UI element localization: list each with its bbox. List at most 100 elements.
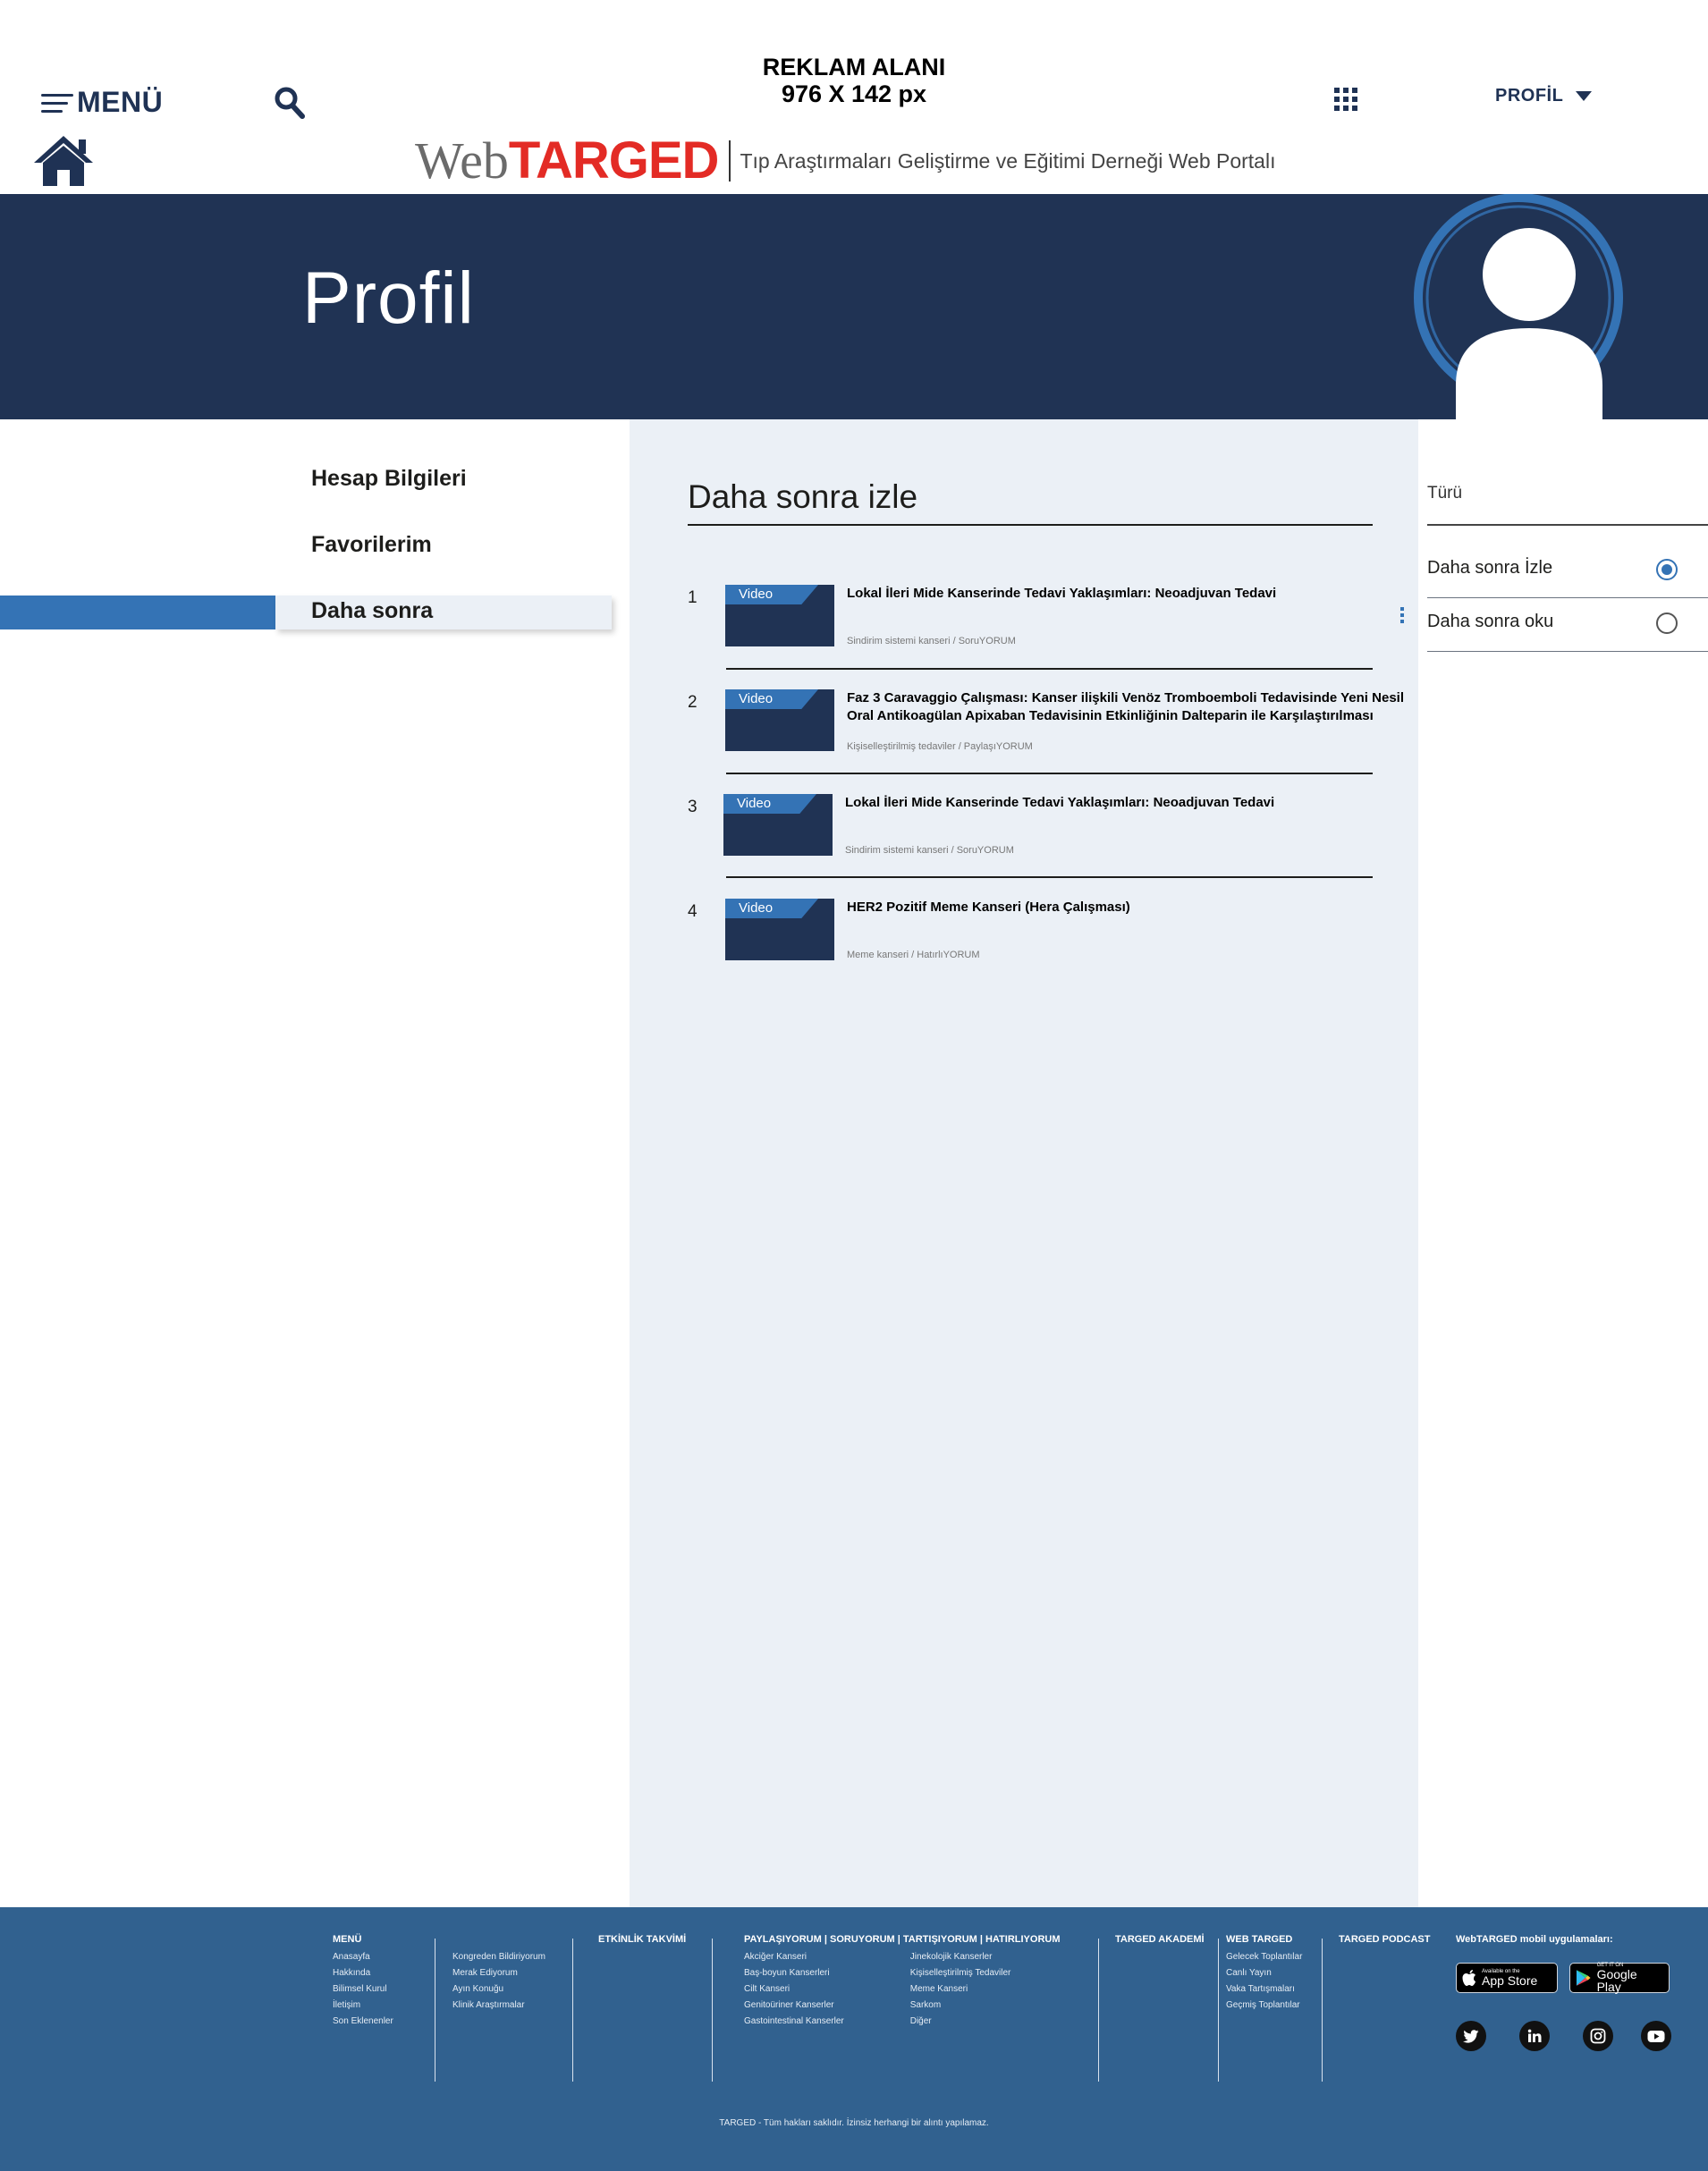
copyright-text: TARGED - Tüm hakları saklıdır. İzinsiz h… bbox=[719, 2118, 989, 2128]
profile-dropdown[interactable]: PROFİL bbox=[1495, 86, 1593, 106]
profile-dropdown-label: PROFİL bbox=[1495, 86, 1564, 106]
sidebar-item-favorites[interactable]: Favorilerim bbox=[311, 532, 432, 558]
footer-link[interactable]: Meme Kanseri bbox=[910, 1981, 1011, 1998]
logo-web: Web bbox=[415, 131, 509, 190]
footer-link[interactable]: Anasayfa bbox=[333, 1949, 393, 1965]
item-meta: Meme kanseri / HatırlıYORUM bbox=[847, 950, 980, 960]
home-icon[interactable] bbox=[32, 134, 95, 188]
footer-separator bbox=[712, 1939, 713, 2082]
filter-option-watch-later[interactable]: Daha sonra İzle bbox=[1427, 551, 1699, 587]
site-logo[interactable]: WebTARGED Tıp Araştırmaları Geliştirme v… bbox=[415, 134, 1275, 188]
filter-divider bbox=[1427, 524, 1708, 526]
app-store-badge[interactable]: Available on the App Store bbox=[1456, 1963, 1558, 1993]
app-store-big-text: App Store bbox=[1482, 1973, 1538, 1988]
footer-heading: MENÜ bbox=[333, 1934, 362, 1945]
radio-unchecked[interactable] bbox=[1656, 612, 1678, 634]
item-title[interactable]: Faz 3 Caravaggio Çalışması: Kanser ilişk… bbox=[847, 689, 1416, 725]
video-thumbnail[interactable]: Video bbox=[723, 794, 833, 856]
footer-heading[interactable]: TARGED AKADEMİ bbox=[1115, 1934, 1205, 1945]
footer-link[interactable]: Kongreden Bildiriyorum bbox=[452, 1949, 545, 1965]
footer-link[interactable]: Diğer bbox=[910, 2014, 1011, 2030]
footer-menu-column: MENÜ Anasayfa Hakkında Bilimsel Kurul İl… bbox=[333, 1934, 393, 2030]
twitter-icon[interactable] bbox=[1456, 2021, 1486, 2051]
item-meta: Sindirim sistemi kanseri / SoruYORUM bbox=[847, 636, 1016, 646]
footer-link[interactable]: Son Eklenenler bbox=[333, 2014, 393, 2030]
google-play-badge[interactable]: GET IT ON Google Play bbox=[1569, 1963, 1670, 1993]
footer-heading: WebTARGED mobil uygulamaları: bbox=[1456, 1934, 1613, 1945]
linkedin-icon[interactable] bbox=[1519, 2021, 1550, 2051]
item-title[interactable]: Lokal İleri Mide Kanserinde Tedavi Yakla… bbox=[845, 794, 1415, 812]
main-content: Daha sonra izle 1 Video Lokal İleri Mide… bbox=[630, 419, 1418, 1907]
item-meta: Sindirim sistemi kanseri / SoruYORUM bbox=[845, 845, 1014, 856]
youtube-icon[interactable] bbox=[1641, 2021, 1671, 2051]
footer-heading[interactable]: WEB TARGED bbox=[1226, 1934, 1302, 1945]
item-number: 2 bbox=[688, 693, 698, 712]
logo-targed: TARGED bbox=[508, 131, 720, 190]
footer-link[interactable]: Sarkom bbox=[910, 1998, 1011, 2014]
footer-link[interactable]: Canlı Yayın bbox=[1226, 1965, 1302, 1981]
footer-separator bbox=[1098, 1939, 1099, 2082]
footer-heading[interactable]: PAYLAŞIYORUM | SORUYORUM | TARTIŞIYORUM … bbox=[744, 1934, 1061, 1945]
page-title: Profil bbox=[302, 258, 475, 339]
footer-link[interactable]: İletişim bbox=[333, 1998, 393, 2014]
item-title[interactable]: Lokal İleri Mide Kanserinde Tedavi Yakla… bbox=[847, 585, 1416, 603]
filter-divider bbox=[1427, 597, 1708, 598]
item-divider bbox=[726, 773, 1373, 774]
caret-down-icon bbox=[1576, 91, 1593, 101]
footer-link[interactable]: Genitoüriner Kanserler bbox=[744, 1998, 844, 2014]
footer-link[interactable]: Vaka Tartışmaları bbox=[1226, 1981, 1302, 1998]
apps-grid-icon[interactable] bbox=[1334, 88, 1359, 111]
footer-link[interactable]: Hakkında bbox=[333, 1965, 393, 1981]
video-thumbnail[interactable]: Video bbox=[725, 689, 834, 751]
footer-link[interactable]: Baş-boyun Kanserleri bbox=[744, 1965, 844, 1981]
footer-link[interactable]: Gastointestinal Kanserler bbox=[744, 2014, 844, 2030]
footer-link[interactable]: Kişiselleştirilmiş Tedaviler bbox=[910, 1965, 1011, 1981]
item-title[interactable]: HER2 Pozitif Meme Kanseri (Hera Çalışmas… bbox=[847, 899, 1416, 917]
footer-link[interactable]: Cilt Kanseri bbox=[744, 1981, 844, 1998]
footer-podcast-column: TARGED PODCAST bbox=[1339, 1934, 1430, 1949]
video-thumbnail[interactable]: Video bbox=[725, 899, 834, 960]
footer-link[interactable]: Merak Ediyorum bbox=[452, 1965, 545, 1981]
footer-link[interactable]: Gelecek Toplantılar bbox=[1226, 1949, 1302, 1965]
site-footer: MENÜ Anasayfa Hakkında Bilimsel Kurul İl… bbox=[0, 1907, 1708, 2171]
filter-option-read-later[interactable]: Daha sonra oku bbox=[1427, 604, 1699, 640]
video-tag-label: Video bbox=[739, 587, 774, 602]
footer-link[interactable]: Akciğer Kanseri bbox=[744, 1949, 844, 1965]
sidebar-item-account[interactable]: Hesap Bilgileri bbox=[311, 466, 467, 492]
footer-apps-column: WebTARGED mobil uygulamaları: bbox=[1456, 1934, 1613, 1949]
item-number: 3 bbox=[688, 798, 698, 816]
sidebar-item-later[interactable]: Daha sonra bbox=[311, 598, 433, 624]
footer-link[interactable]: Klinik Araştırmalar bbox=[452, 1998, 545, 2014]
footer-link[interactable]: Geçmiş Toplantılar bbox=[1226, 1998, 1302, 2014]
search-icon[interactable] bbox=[274, 86, 306, 120]
filter-panel: Türü Daha sonra İzle Daha sonra oku bbox=[1418, 419, 1708, 1907]
footer-menu2-column: Kongreden Bildiriyorum Merak Ediyorum Ay… bbox=[452, 1949, 545, 2014]
list-item: 2 Video Faz 3 Caravaggio Çalışması: Kans… bbox=[688, 689, 1416, 779]
footer-link[interactable]: Bilimsel Kurul bbox=[333, 1981, 393, 1998]
footer-heading[interactable]: TARGED PODCAST bbox=[1339, 1934, 1430, 1945]
menu-icon bbox=[41, 92, 73, 114]
logo-wordmark: WebTARGED bbox=[415, 131, 720, 190]
footer-heading[interactable]: ETKİNLİK TAKVİMİ bbox=[598, 1934, 686, 1945]
radio-checked[interactable] bbox=[1656, 559, 1678, 580]
footer-separator bbox=[1218, 1939, 1219, 2082]
list-item: 3 Video Lokal İleri Mide Kanserinde Teda… bbox=[688, 794, 1416, 883]
site-header: MENÜ REKLAM ALANI 976 X 142 px PROFİL We… bbox=[0, 0, 1708, 194]
item-divider bbox=[726, 668, 1373, 670]
heading-divider bbox=[688, 524, 1373, 526]
logo-divider bbox=[729, 140, 731, 182]
google-play-icon bbox=[1576, 1970, 1591, 1986]
video-tag-label: Video bbox=[739, 691, 774, 706]
footer-link[interactable]: Ayın Konuğu bbox=[452, 1981, 545, 1998]
video-thumbnail[interactable]: Video bbox=[725, 585, 834, 646]
instagram-icon[interactable] bbox=[1583, 2021, 1613, 2051]
list-item: 4 Video HER2 Pozitif Meme Kanseri (Hera … bbox=[688, 899, 1416, 988]
menu-button[interactable]: MENÜ bbox=[41, 86, 163, 119]
item-number: 4 bbox=[688, 902, 698, 921]
footer-webtarged-column: WEB TARGED Gelecek Toplantılar Canlı Yay… bbox=[1226, 1934, 1302, 2014]
footer-forums-column: PAYLAŞIYORUM | SORUYORUM | TARTIŞIYORUM … bbox=[744, 1934, 1061, 2030]
apple-icon bbox=[1462, 1969, 1475, 1986]
section-heading: Daha sonra izle bbox=[688, 478, 918, 515]
footer-link[interactable]: Jinekolojik Kanserler bbox=[910, 1949, 1011, 1965]
item-meta: Kişiselleştirilmiş tedaviler / PaylaşıYO… bbox=[847, 741, 1033, 752]
